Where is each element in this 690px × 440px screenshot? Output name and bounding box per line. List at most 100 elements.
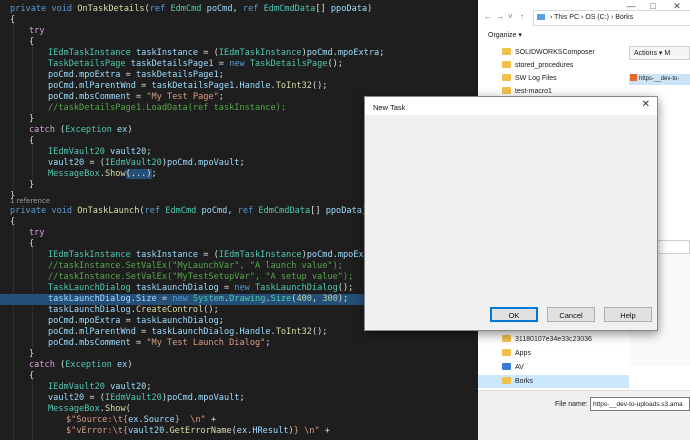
code-token: {: [29, 136, 35, 146]
file-list-item[interactable]: https-__dev-to-: [629, 74, 690, 85]
code-token: ,: [311, 294, 323, 304]
code-line[interactable]: //taskInstance.SetValEx("MyTestSetupVar"…: [48, 272, 353, 283]
code-line[interactable]: poCmd.mbsComment = "My Test Page";: [48, 92, 224, 103]
tree-item-label: test-macro1: [515, 88, 552, 95]
tree-item-label: SOLIDWORKSComposer: [515, 49, 595, 56]
code-line[interactable]: poCmd.mlParentWnd = taskLaunchDialog.Han…: [48, 327, 327, 338]
code-line[interactable]: {: [29, 239, 34, 250]
code-token: HResult: [252, 426, 289, 436]
dialog-close-button[interactable]: ✕: [642, 99, 650, 110]
code-line[interactable]: vault20 = (IEdmVault20)poCmd.mpoVault;: [48, 158, 245, 169]
code-line[interactable]: IEdmTaskInstance taskInstance = (IEdmTas…: [48, 48, 384, 59]
code-token: Handle: [239, 81, 271, 91]
code-token: TaskLaunchDialog: [48, 283, 136, 293]
tree-item-label: stored_procedures: [515, 62, 574, 69]
code-token: IEdmVault20: [104, 158, 162, 168]
code-line[interactable]: poCmd.mpoExtra = taskDetailsPage1;: [48, 70, 224, 81]
reference-codelens[interactable]: 1 reference: [10, 196, 50, 207]
code-line[interactable]: }: [29, 349, 34, 360]
ok-button[interactable]: OK: [490, 307, 538, 322]
address-bar[interactable]: › This PC › OS (C:) › Borks: [533, 10, 690, 26]
code-line[interactable]: }: [29, 114, 34, 125]
code-line[interactable]: {: [29, 371, 34, 382]
code-line[interactable]: catch (Exception ex): [29, 125, 133, 136]
code-token: (...): [125, 169, 152, 179]
back-arrow-icon[interactable]: ←: [484, 12, 492, 21]
code-token: ): [127, 125, 133, 135]
code-line[interactable]: poCmd.mbsComment = "My Test Launch Dialo…: [48, 338, 271, 349]
code-line[interactable]: {: [29, 136, 34, 147]
code-line[interactable]: IEdmTaskInstance taskInstance = (IEdmTas…: [48, 250, 384, 261]
code-line[interactable]: private void OnTaskDetails(ref EdmCmd po…: [10, 4, 372, 15]
code-line[interactable]: IEdmVault20 vault20;: [48, 382, 152, 393]
code-line[interactable]: {: [10, 217, 15, 228]
code-line[interactable]: MessageBox.Show(: [48, 404, 131, 415]
code-token: =: [120, 70, 136, 80]
code-token: taskLaunchDialog: [48, 305, 131, 315]
code-token: ex: [116, 125, 128, 135]
cancel-button[interactable]: Cancel: [547, 307, 595, 322]
code-token: ref: [242, 4, 264, 14]
code-token: }: [29, 349, 35, 359]
dialog-titlebar[interactable]: [365, 97, 657, 115]
code-token: $"vError:\t{: [66, 426, 129, 436]
code-token: Size: [270, 294, 292, 304]
actions-dropdown[interactable]: Actions ▾ M: [629, 46, 690, 60]
code-line[interactable]: {: [29, 37, 34, 48]
code-token: poCmd: [48, 327, 74, 337]
code-line[interactable]: poCmd.mlParentWnd = taskDetailsPage1.Han…: [48, 81, 327, 92]
code-token: vault20: [48, 393, 85, 403]
code-line[interactable]: poCmd.mpoExtra = taskLaunchDialog;: [48, 316, 224, 327]
folder-icon: [502, 61, 511, 68]
code-token: poCmd: [206, 4, 233, 14]
code-line[interactable]: }: [29, 180, 34, 191]
code-line[interactable]: MessageBox.Show(...);: [48, 169, 157, 180]
code-token: ,: [232, 4, 243, 14]
address-crumb-folder[interactable]: Borks: [615, 14, 633, 21]
code-token: ToInt32: [275, 81, 312, 91]
organize-button[interactable]: Organize ▾: [488, 31, 522, 39]
code-token: =: [135, 327, 152, 337]
folder-icon: [502, 349, 511, 356]
code-line[interactable]: //taskDetailsPage1.LoadData(ref taskInst…: [48, 103, 286, 114]
code-token: +: [205, 415, 217, 425]
code-line[interactable]: $"vError:\t{vault20.GetErrorName(ex.HRes…: [66, 426, 330, 437]
code-line[interactable]: $"Source:\t{ex.Source} \n" +: [66, 415, 216, 426]
address-crumb-drive[interactable]: OS (C:): [585, 14, 609, 21]
code-token: GetErrorName: [169, 426, 232, 436]
code-line[interactable]: TaskDetailsPage taskDetailsPage1 = new T…: [48, 59, 343, 70]
code-line[interactable]: taskLaunchDialog.CreateControl();: [48, 305, 219, 316]
code-token: ;: [146, 147, 152, 157]
code-token: IEdmVault20: [48, 382, 111, 392]
forward-arrow-icon[interactable]: →: [496, 12, 504, 21]
code-line[interactable]: //taskInstance.SetValEx("MyLaunchVar", "…: [48, 261, 343, 272]
code-line[interactable]: try: [29, 228, 45, 239]
code-line[interactable]: try: [29, 26, 45, 37]
code-token: EdmCmd: [170, 4, 207, 14]
code-line[interactable]: vault20 = (IEdmVault20)poCmd.mpoVault;: [48, 393, 245, 404]
code-token: {: [10, 15, 16, 25]
code-token: );: [337, 294, 349, 304]
file-name-input[interactable]: https-__dev-to-uploads.s3.ama: [590, 397, 690, 411]
code-token: private: [10, 4, 52, 14]
code-token: ): [127, 360, 133, 370]
code-line[interactable]: IEdmVault20 vault20;: [48, 147, 152, 158]
code-line[interactable]: {: [10, 15, 15, 26]
help-button[interactable]: Help: [604, 307, 652, 322]
indent-guide: [32, 378, 33, 439]
code-token: System: [192, 294, 224, 304]
up-arrow-icon[interactable]: ↑: [520, 12, 524, 21]
code-token: ();: [337, 283, 354, 293]
recent-chevron-icon[interactable]: ˅: [508, 12, 513, 21]
code-token: taskDetailsPage1: [151, 81, 235, 91]
code-token: poCmd: [48, 70, 74, 80]
code-line[interactable]: private void OnTaskLaunch(ref EdmCmd poC…: [10, 206, 367, 217]
code-line[interactable]: catch (Exception ex): [29, 360, 133, 371]
code-token: []: [315, 4, 331, 14]
code-line[interactable]: TaskLaunchDialog taskLaunchDialog = new …: [48, 283, 353, 294]
address-crumb-this-pc[interactable]: This PC: [554, 14, 579, 21]
tree-item-selected[interactable]: Borks: [478, 375, 629, 388]
code-token: = (: [198, 48, 219, 58]
code-token: $"Source:\t{: [66, 415, 129, 425]
code-token: poCmd: [48, 92, 74, 102]
